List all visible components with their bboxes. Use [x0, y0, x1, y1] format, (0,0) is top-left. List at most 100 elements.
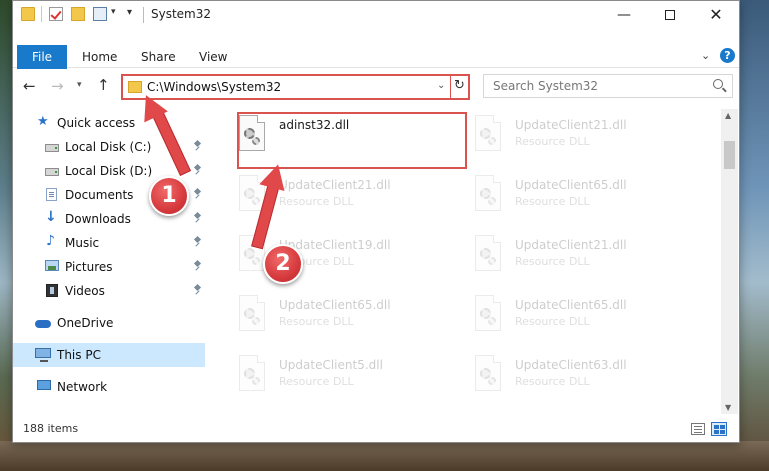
- tab-file[interactable]: File: [17, 45, 67, 69]
- file-item[interactable]: UpdateClient21.dll Resource DLL: [469, 111, 699, 167]
- download-icon: ↓: [45, 209, 57, 225]
- desktop-background-right: [739, 0, 769, 471]
- sidebar-item-label: Documents: [65, 188, 134, 202]
- sidebar-item-label: Videos: [65, 284, 105, 298]
- tab-share[interactable]: Share: [141, 50, 176, 64]
- sidebar-item-network[interactable]: Network: [13, 375, 205, 399]
- vertical-scrollbar[interactable]: ▲ ▼: [721, 109, 738, 414]
- status-bar: 188 items: [13, 417, 739, 442]
- file-name: UpdateClient21.dll: [515, 238, 627, 252]
- file-item[interactable]: UpdateClient21.dll Resource DLL: [469, 231, 699, 287]
- address-path[interactable]: C:\Windows\System32: [147, 80, 281, 94]
- sidebar-item-videos[interactable]: Videos: [13, 279, 205, 303]
- file-type: Resource DLL: [515, 315, 590, 328]
- customize-toolbar-icon[interactable]: ▾: [127, 7, 132, 18]
- pin-icon: [193, 285, 201, 295]
- pin-icon: [193, 261, 201, 271]
- refresh-icon[interactable]: ↻: [454, 78, 465, 93]
- computer-icon: [35, 348, 51, 362]
- sidebar-item-onedrive[interactable]: OneDrive: [13, 311, 205, 335]
- up-button[interactable]: ↑: [97, 76, 110, 94]
- search-icon[interactable]: [713, 79, 723, 89]
- pin-icon: [193, 237, 201, 247]
- file-item[interactable]: UpdateClient65.dll Resource DLL: [469, 171, 699, 227]
- close-button[interactable]: ✕: [693, 1, 739, 29]
- file-name: UpdateClient5.dll: [279, 358, 383, 372]
- help-icon[interactable]: ?: [720, 48, 735, 63]
- title-separator: [143, 7, 144, 23]
- star-icon: ★: [37, 114, 49, 129]
- folder-icon: [128, 81, 142, 93]
- file-explorer-window: ▾ ▾ System32 — ✕ File Home Share View ⌄ …: [12, 0, 740, 443]
- callout-badge-1: 1: [149, 176, 189, 216]
- maximize-icon: [665, 10, 675, 20]
- pictures-icon: [45, 260, 59, 271]
- file-type: Resource DLL: [279, 375, 354, 388]
- dll-file-icon: [473, 295, 503, 333]
- search-box[interactable]: Search System32: [483, 74, 733, 98]
- file-highlight-box: [237, 112, 467, 169]
- file-name: UpdateClient65.dll: [279, 298, 391, 312]
- new-folder-icon[interactable]: [71, 7, 85, 21]
- maximize-button[interactable]: [647, 1, 693, 29]
- music-icon: ♪: [46, 233, 55, 249]
- dll-file-icon: [237, 355, 267, 393]
- chevron-down-icon[interactable]: ▾: [111, 7, 116, 17]
- tab-view[interactable]: View: [199, 50, 227, 64]
- back-button[interactable]: ←: [23, 77, 36, 95]
- sidebar-item-label: Local Disk (C:): [65, 140, 152, 154]
- dll-file-icon: [473, 355, 503, 393]
- recent-locations-icon[interactable]: ▾: [77, 80, 82, 90]
- sidebar-item-quick-access[interactable]: ★ Quick access: [13, 111, 205, 135]
- sidebar-item-pictures[interactable]: Pictures: [13, 255, 205, 279]
- title-bar: ▾ ▾ System32 — ✕: [13, 1, 739, 29]
- sidebar-item-music[interactable]: ♪ Music: [13, 231, 205, 255]
- video-icon: [46, 284, 58, 297]
- search-input[interactable]: Search System32: [493, 79, 598, 93]
- chevron-down-icon[interactable]: ⌄: [437, 80, 445, 91]
- sidebar-item-this-pc[interactable]: This PC: [13, 343, 205, 367]
- onedrive-cloud-icon: [35, 320, 51, 328]
- file-item[interactable]: UpdateClient65.dll Resource DLL: [233, 291, 463, 347]
- file-type: Resource DLL: [515, 255, 590, 268]
- drive-icon: [45, 144, 59, 152]
- sidebar-item-label: Local Disk (D:): [65, 164, 153, 178]
- address-separator: [450, 76, 451, 98]
- file-name: UpdateClient21.dll: [515, 118, 627, 132]
- expand-ribbon-icon[interactable]: ⌄: [701, 49, 710, 62]
- desktop-background-left: [0, 0, 12, 471]
- file-type: Resource DLL: [515, 135, 590, 148]
- item-count: 188 items: [23, 422, 79, 435]
- large-icons-view-icon[interactable]: [711, 422, 727, 436]
- pin-icon: [193, 213, 201, 223]
- file-item[interactable]: UpdateClient65.dll Resource DLL: [469, 291, 699, 347]
- scroll-up-icon[interactable]: ▲: [725, 111, 731, 120]
- pin-icon: [193, 189, 201, 199]
- network-icon: [37, 380, 51, 390]
- desktop-background-bottom: [0, 441, 769, 471]
- file-item[interactable]: UpdateClient63.dll Resource DLL: [469, 351, 699, 407]
- file-type: Resource DLL: [279, 315, 354, 328]
- properties-icon[interactable]: [93, 7, 107, 21]
- minimize-button[interactable]: —: [601, 1, 647, 29]
- file-type: Resource DLL: [515, 195, 590, 208]
- sidebar-item-label: Music: [65, 236, 100, 250]
- sidebar-item-label: This PC: [57, 348, 101, 362]
- sidebar-item-label: OneDrive: [57, 316, 114, 330]
- ribbon: [13, 44, 739, 68]
- details-view-icon[interactable]: [691, 423, 705, 435]
- properties-check-icon[interactable]: [49, 7, 63, 21]
- quick-access-separator: [41, 6, 42, 22]
- scroll-down-icon[interactable]: ▼: [725, 403, 731, 412]
- file-item[interactable]: UpdateClient5.dll Resource DLL: [233, 351, 463, 407]
- dll-file-icon: [237, 295, 267, 333]
- tab-home[interactable]: Home: [82, 50, 117, 64]
- dll-file-icon: [473, 235, 503, 273]
- forward-button[interactable]: →: [51, 77, 64, 95]
- window-title: System32: [151, 7, 212, 21]
- file-type: Resource DLL: [515, 375, 590, 388]
- address-bar[interactable]: C:\Windows\System32 ⌄ ↻: [121, 74, 470, 100]
- pin-icon: [193, 141, 201, 151]
- drive-icon: [45, 168, 59, 176]
- scrollbar-thumb[interactable]: [724, 141, 735, 169]
